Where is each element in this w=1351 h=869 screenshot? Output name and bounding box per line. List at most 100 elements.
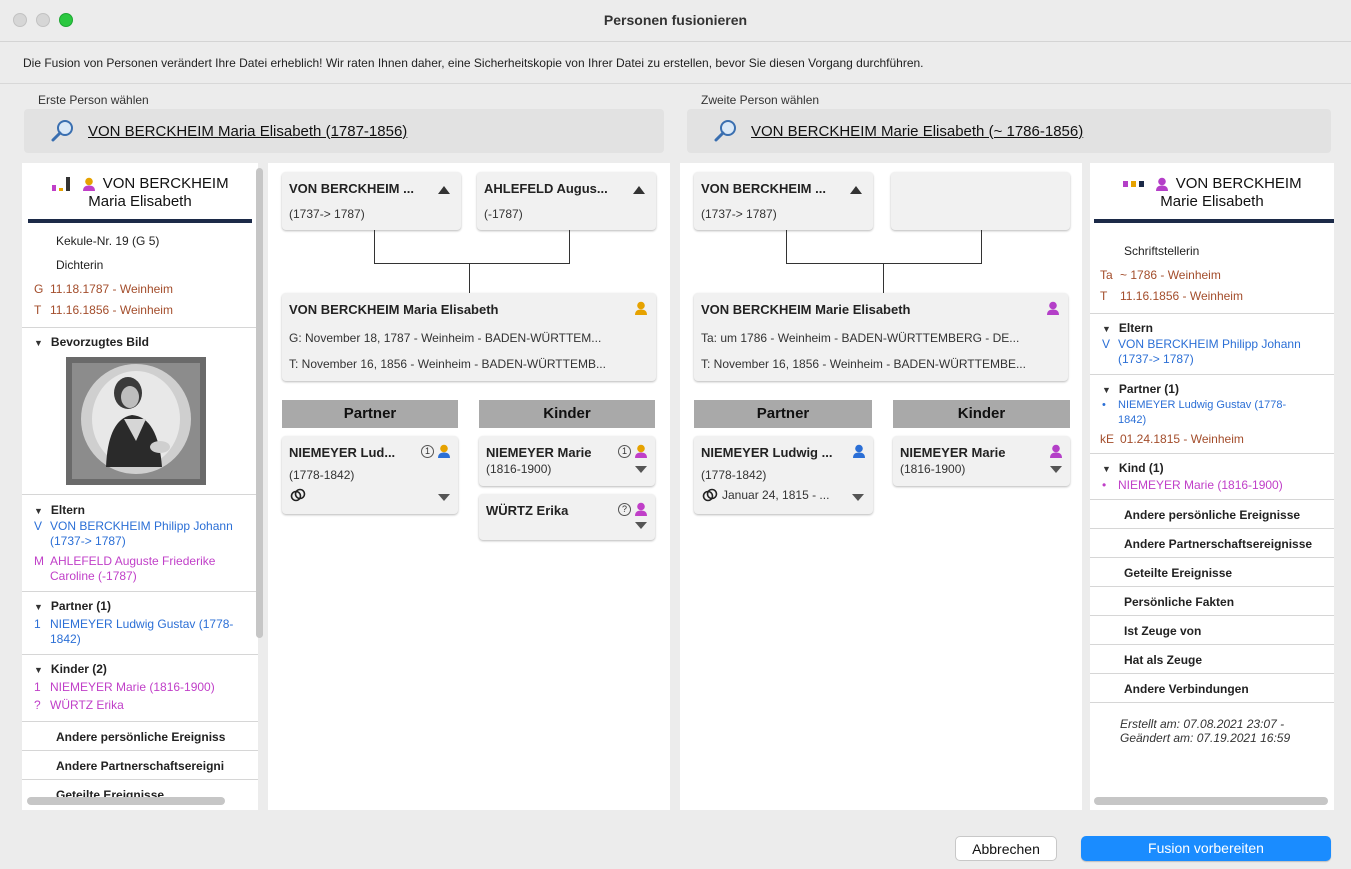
father-card[interactable]: VON BERCKHEIM ... (1737-> 1787) <box>694 172 873 230</box>
first-sidebar-horizontal-scrollbar[interactable] <box>27 797 225 805</box>
partner-card-name: NIEMEYER Ludwig ... <box>701 445 833 460</box>
partner-column-header: Partner <box>282 400 458 428</box>
partner-prefix: • <box>1102 399 1106 411</box>
shared-events-section[interactable]: Geteilte Ereignisse <box>1090 558 1334 586</box>
divider <box>0 83 1351 84</box>
person-unknown-icon <box>82 177 95 191</box>
divider <box>1090 313 1334 314</box>
divider <box>1090 453 1334 454</box>
partner-link[interactable]: • NIEMEYER Ludwig Gustav (1778-1842) <box>1090 398 1334 428</box>
birth-value: 11.18.1787 - Weinheim <box>50 282 173 297</box>
first-sidebar-vertical-scrollbar[interactable] <box>256 168 263 638</box>
other-partner-events-section[interactable]: Andere Partnerschaftsereigni <box>22 759 258 779</box>
preferred-image-section[interactable]: ▼ Bevorzugtes Bild <box>22 335 258 349</box>
death-row[interactable]: T 11.16.1856 - Weinheim <box>1090 289 1334 310</box>
merge-persons-window: Personen fusionieren Die Fusion von Pers… <box>0 0 1351 869</box>
divider <box>22 654 258 656</box>
first-person-label: Erste Person wählen <box>38 93 149 107</box>
disclosure-triangle-icon: ▼ <box>1102 385 1111 395</box>
marriage-prefix: kE <box>1100 432 1115 446</box>
father-link[interactable]: V VON BERCKHEIM Philipp Johann (1737-> 17… <box>1090 337 1334 367</box>
expand-menu-icon[interactable] <box>852 494 864 501</box>
person-female-icon <box>1050 444 1062 458</box>
marriage-row[interactable]: kE 01.24.1815 - Weinheim <box>1090 432 1334 447</box>
second-sidebar-horizontal-scrollbar[interactable] <box>1094 797 1328 805</box>
child-index-badge: 1 <box>618 445 631 458</box>
partner-section[interactable]: ▼ Partner (1) <box>22 599 258 613</box>
mother-card[interactable]: AHLEFELD Augus... (-1787) <box>477 172 656 230</box>
marriage-rings-icon <box>702 488 718 502</box>
prepare-merge-button[interactable]: Fusion vorbereiten <box>1081 836 1331 861</box>
connector-line <box>374 263 570 264</box>
death-row[interactable]: T 11.16.1856 - Weinheim <box>22 303 258 324</box>
child-link[interactable]: • NIEMEYER Marie (1816-1900) <box>1090 478 1334 493</box>
children-section[interactable]: ▼ Kinder (2) <box>22 662 258 676</box>
empty-mother-card[interactable] <box>891 172 1070 230</box>
first-person-name[interactable]: VON BERCKHEIM Maria Elisabeth (1787-1856… <box>88 123 407 140</box>
birth-row[interactable]: Ta ~ 1786 - Weinheim <box>1090 268 1334 289</box>
partner-card-dates: (1778-1842) <box>289 468 355 482</box>
father-card[interactable]: VON BERCKHEIM ... (1737-> 1787) <box>282 172 461 230</box>
main-person-card[interactable]: VON BERCKHEIM Marie Elisabeth Ta: um 178… <box>694 293 1068 381</box>
navigate-up-icon[interactable] <box>850 186 862 194</box>
child-prefix: 1 <box>34 680 41 695</box>
partner-card[interactable]: NIEMEYER Lud... 1 (1778-1842) <box>282 436 458 514</box>
partner-card-dates: (1778-1842) <box>701 468 767 482</box>
father-card-dates: (1737-> 1787) <box>701 207 777 221</box>
other-connections-section[interactable]: Andere Verbindungen <box>1090 674 1334 702</box>
birth-row[interactable]: G 11.18.1787 - Weinheim <box>22 282 258 303</box>
created-date: Erstellt am: 07.08.2021 23:07 - <box>1120 717 1285 731</box>
partner-index-badge: 1 <box>421 445 434 458</box>
is-witness-of-section[interactable]: Ist Zeuge von <box>1090 616 1334 644</box>
mother-name: AHLEFELD Auguste Friederike Caroline (-1… <box>50 554 216 584</box>
partner-section[interactable]: ▼ Partner (1) <box>1090 382 1334 396</box>
navigate-up-icon[interactable] <box>438 186 450 194</box>
parents-section[interactable]: ▼ Eltern <box>1090 321 1334 335</box>
expand-menu-icon[interactable] <box>438 494 450 501</box>
other-events-section[interactable]: Andere persönliche Ereigniss <box>22 730 258 750</box>
child-link[interactable]: 1 NIEMEYER Marie (1816-1900) <box>22 680 258 698</box>
section-title: Eltern <box>50 503 85 518</box>
second-person-chooser[interactable]: VON BERCKHEIM Marie Elisabeth (~ 1786-18… <box>687 109 1331 153</box>
child-link[interactable]: ? WÜRTZ Erika <box>22 698 258 716</box>
partner-link[interactable]: 1 NIEMEYER Ludwig Gustav (1778-1842) <box>22 617 258 647</box>
main-person-name: VON BERCKHEIM Marie Elisabeth <box>701 302 911 317</box>
disclosure-triangle-icon: ▼ <box>34 665 43 676</box>
partner-name: NIEMEYER Ludwig Gustav (1778-1842) <box>1118 399 1287 426</box>
disclosure-triangle-icon: ▼ <box>34 338 43 349</box>
connector-line <box>569 230 570 263</box>
marriage-value: 01.24.1815 - Weinheim <box>1120 432 1244 446</box>
generation-bars-icon <box>52 177 71 192</box>
person-female-icon <box>1155 177 1168 191</box>
parents-section[interactable]: ▼ Eltern <box>22 503 258 517</box>
expand-menu-icon[interactable] <box>635 466 647 473</box>
mother-link[interactable]: M AHLEFELD Auguste Friederike Caroline (-… <box>22 554 258 584</box>
father-link[interactable]: V VON BERCKHEIM Philipp Johann (1737-> 17… <box>22 519 258 549</box>
disclosure-triangle-icon: ▼ <box>1102 464 1111 474</box>
section-title: Partner (1) <box>1118 382 1179 396</box>
connector-line <box>469 263 470 293</box>
child-card[interactable]: NIEMEYER Marie 1 (1816-1900) <box>479 436 655 486</box>
child-name: NIEMEYER Marie (1816-1900) <box>1118 478 1283 492</box>
person-male-icon <box>853 444 865 458</box>
person-male-icon <box>438 444 450 458</box>
other-events-section[interactable]: Andere persönliche Ereignisse <box>1090 500 1334 528</box>
cancel-button[interactable]: Abbrechen <box>955 836 1057 861</box>
has-witness-section[interactable]: Hat als Zeuge <box>1090 645 1334 673</box>
father-name: VON BERCKHEIM Philipp Johann (1737-> 178… <box>1118 337 1301 366</box>
expand-menu-icon[interactable] <box>635 522 647 529</box>
first-person-chooser[interactable]: VON BERCKHEIM Maria Elisabeth (1787-1856… <box>24 109 664 153</box>
other-partner-events-section[interactable]: Andere Partnerschaftsereignisse <box>1090 529 1334 557</box>
children-column-header: Kinder <box>893 400 1070 428</box>
personal-facts-section[interactable]: Persönliche Fakten <box>1090 587 1334 615</box>
expand-menu-icon[interactable] <box>1050 466 1062 473</box>
death-prefix: T <box>34 303 42 318</box>
main-person-card[interactable]: VON BERCKHEIM Maria Elisabeth G: Novembe… <box>282 293 656 381</box>
child-card[interactable]: WÜRTZ Erika ? <box>479 494 655 540</box>
partner-card[interactable]: NIEMEYER Ludwig ... (1778-1842) Januar 2… <box>694 436 873 514</box>
second-person-name[interactable]: VON BERCKHEIM Marie Elisabeth (~ 1786-18… <box>751 123 1083 140</box>
navigate-up-icon[interactable] <box>633 186 645 194</box>
divider <box>22 779 258 781</box>
child-card[interactable]: NIEMEYER Marie (1816-1900) <box>893 436 1070 486</box>
child-section[interactable]: ▼ Kind (1) <box>1090 461 1334 475</box>
